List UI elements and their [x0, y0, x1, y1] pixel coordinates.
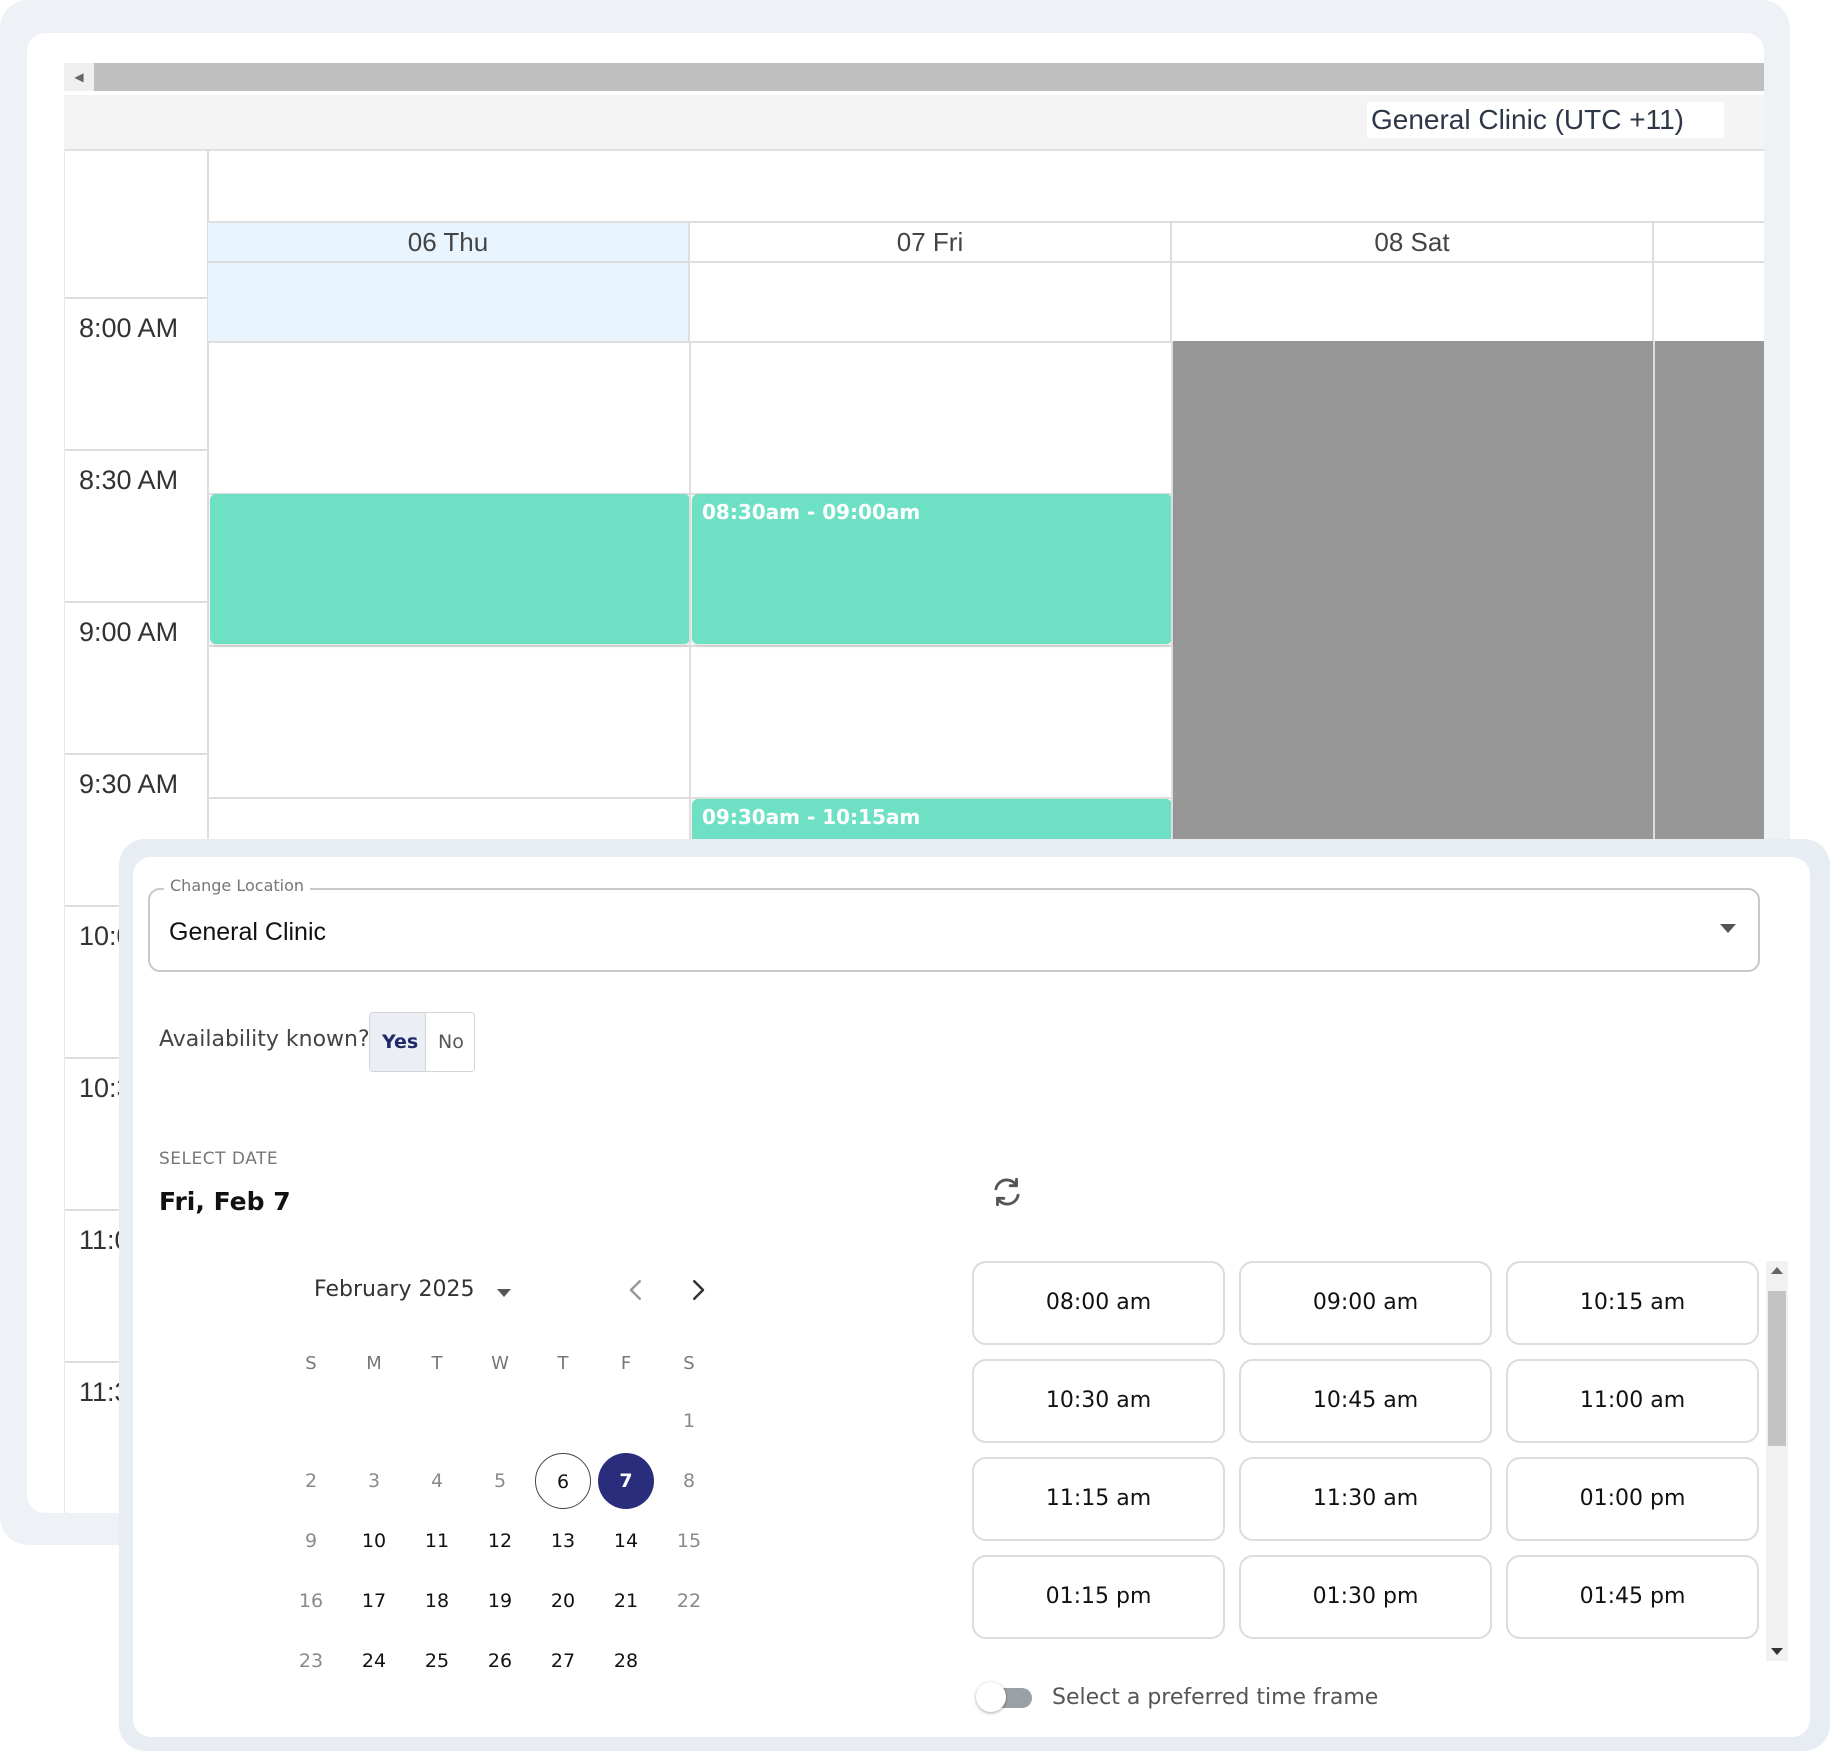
horizontal-scrollbar[interactable]: ◀: [64, 63, 1764, 91]
calendar-day-11[interactable]: 11: [409, 1513, 465, 1569]
calendar-month-label[interactable]: February 2025: [314, 1277, 474, 1302]
availability-toggle-group: Yes No: [369, 1012, 475, 1072]
allday-cell-sat[interactable]: [1172, 263, 1654, 343]
time-slot-button[interactable]: 11:15 am: [972, 1457, 1225, 1541]
availability-no-button[interactable]: No: [426, 1013, 474, 1071]
time-label: 8:30 AM: [65, 449, 207, 601]
time-label: 9:00 AM: [65, 601, 207, 753]
scroll-up-icon[interactable]: [1771, 1267, 1783, 1274]
time-slot-button[interactable]: 01:15 pm: [972, 1555, 1225, 1639]
day-header-next: [1654, 223, 1764, 263]
refresh-icon[interactable]: [988, 1173, 1026, 1211]
calendar-day-5[interactable]: 5: [472, 1453, 528, 1509]
scheduler-location-header: General Clinic (UTC +11): [64, 95, 1764, 151]
calendar-day-22[interactable]: 22: [661, 1573, 717, 1629]
appointment-event[interactable]: [210, 494, 690, 644]
calendar-day-21[interactable]: 21: [598, 1573, 654, 1629]
calendar-day-15[interactable]: 15: [661, 1513, 717, 1569]
scroll-left-icon[interactable]: ◀: [64, 63, 94, 91]
calendar-day-23[interactable]: 23: [283, 1633, 339, 1689]
day-header-fri[interactable]: 07 Fri: [690, 223, 1172, 263]
calendar-weekday: F: [620, 1353, 632, 1374]
time-slot-button[interactable]: 11:30 am: [1239, 1457, 1492, 1541]
appointment-event[interactable]: 08:30am - 09:00am: [692, 494, 1172, 644]
chevron-down-icon[interactable]: [1720, 924, 1736, 933]
calendar-weekday: W: [491, 1353, 509, 1374]
calendar-day-7[interactable]: 7: [598, 1453, 654, 1509]
allday-cell-thu[interactable]: [208, 263, 690, 343]
allday-cell-fri[interactable]: [690, 263, 1172, 343]
calendar-day-13[interactable]: 13: [535, 1513, 591, 1569]
booking-modal: Change Location General Clinic Availabil…: [133, 857, 1810, 1737]
calendar-weekday: T: [557, 1353, 569, 1374]
calendar-weekday: S: [683, 1353, 695, 1374]
day-header-thu[interactable]: 06 Thu: [208, 223, 690, 263]
preferred-time-label: Select a preferred time frame: [1052, 1685, 1379, 1710]
time-slot-list: 08:00 am 09:00 am 10:15 am 10:30 am 10:45 am…: [972, 1261, 1792, 1661]
calendar-day-27[interactable]: 27: [535, 1633, 591, 1689]
location-select[interactable]: Change Location General Clinic: [148, 876, 1760, 972]
calendar-day-17[interactable]: 17: [346, 1573, 402, 1629]
time-label: 8:00 AM: [65, 297, 207, 449]
chevron-right-icon[interactable]: [683, 1275, 713, 1305]
calendar-day-1[interactable]: 1: [661, 1393, 717, 1449]
toggle-knob: [976, 1682, 1006, 1712]
time-slot-button[interactable]: 10:45 am: [1239, 1359, 1492, 1443]
time-slot-button[interactable]: 09:00 am: [1239, 1261, 1492, 1345]
calendar-day-16[interactable]: 16: [283, 1573, 339, 1629]
calendar-day-2[interactable]: 2: [283, 1453, 339, 1509]
selected-date-display: Fri, Feb 7: [159, 1187, 291, 1216]
day-header-spacer: [208, 149, 1764, 223]
location-select-legend: Change Location: [164, 876, 311, 895]
calendar-day-9[interactable]: 9: [283, 1513, 339, 1569]
day-header-sat[interactable]: 08 Sat: [1172, 223, 1654, 263]
chevron-left-icon[interactable]: [621, 1275, 651, 1305]
time-slot-button[interactable]: 11:00 am: [1506, 1359, 1759, 1443]
calendar-day-10[interactable]: 10: [346, 1513, 402, 1569]
time-slot-button[interactable]: 01:45 pm: [1506, 1555, 1759, 1639]
calendar-weekday: T: [431, 1353, 443, 1374]
calendar-day-6[interactable]: 6: [535, 1453, 591, 1509]
time-slot-button[interactable]: 08:00 am: [972, 1261, 1225, 1345]
time-slot-button[interactable]: 01:30 pm: [1239, 1555, 1492, 1639]
select-date-label: SELECT DATE: [159, 1149, 279, 1169]
calendar-day-3[interactable]: 3: [346, 1453, 402, 1509]
calendar-day-19[interactable]: 19: [472, 1573, 528, 1629]
calendar-day-28[interactable]: 28: [598, 1633, 654, 1689]
calendar-day-4[interactable]: 4: [409, 1453, 465, 1509]
time-slot-button[interactable]: 10:30 am: [972, 1359, 1225, 1443]
preferred-time-toggle[interactable]: [976, 1682, 1032, 1712]
calendar-day-26[interactable]: 26: [472, 1633, 528, 1689]
availability-label: Availability known?: [159, 1027, 370, 1052]
calendar-day-24[interactable]: 24: [346, 1633, 402, 1689]
calendar-day-12[interactable]: 12: [472, 1513, 528, 1569]
calendar-weekday: M: [366, 1353, 382, 1374]
calendar-day-8[interactable]: 8: [661, 1453, 717, 1509]
calendar-day-20[interactable]: 20: [535, 1573, 591, 1629]
calendar-day-14[interactable]: 14: [598, 1513, 654, 1569]
calendar-weekday: S: [305, 1353, 317, 1374]
location-select-value: General Clinic: [169, 918, 327, 946]
scrollbar-thumb[interactable]: [1768, 1291, 1786, 1446]
time-slot-button[interactable]: 10:15 am: [1506, 1261, 1759, 1345]
time-slots-scrollbar[interactable]: [1766, 1261, 1788, 1661]
month-dropdown-icon[interactable]: [497, 1289, 511, 1297]
calendar-day-25[interactable]: 25: [409, 1633, 465, 1689]
calendar-day-18[interactable]: 18: [409, 1573, 465, 1629]
location-title: General Clinic (UTC +11): [1366, 102, 1724, 138]
scroll-down-icon[interactable]: [1771, 1648, 1783, 1655]
time-slot-button[interactable]: 01:00 pm: [1506, 1457, 1759, 1541]
availability-yes-button[interactable]: Yes: [370, 1013, 426, 1071]
